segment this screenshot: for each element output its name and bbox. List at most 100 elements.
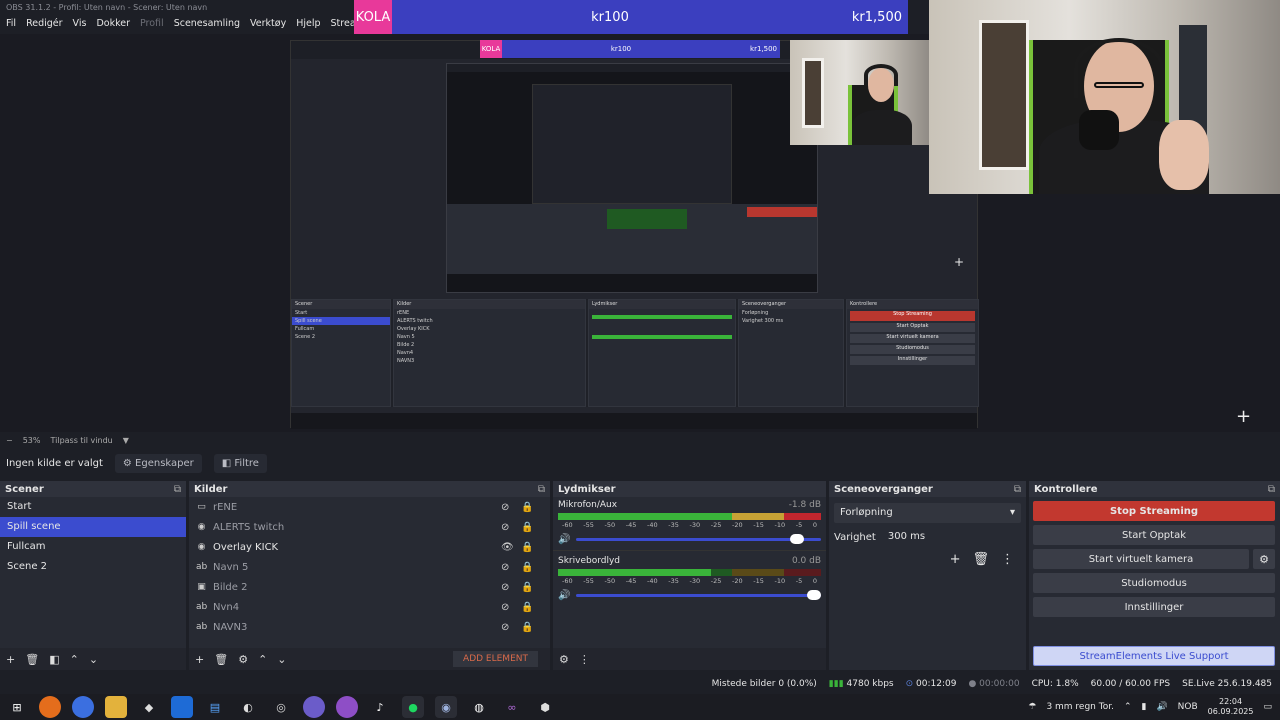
remove-source-icon[interactable]: 🗑 — [214, 653, 228, 666]
move-down-icon[interactable]: ⌄ — [277, 653, 286, 666]
language-indicator[interactable]: NOB — [1178, 702, 1198, 712]
camera-icon[interactable]: ◎ — [270, 696, 292, 718]
move-up-icon[interactable]: ⌃ — [70, 653, 79, 666]
gear-icon[interactable]: ⚙ — [1253, 549, 1275, 569]
add-element-button[interactable]: ADD ELEMENT — [453, 651, 538, 667]
app-icon[interactable]: ⬢ — [534, 696, 556, 718]
virtual-camera-button[interactable]: Start virtuelt kamera — [1033, 549, 1249, 569]
stop-streaming-button[interactable]: Stop Streaming — [1033, 501, 1275, 521]
scene-item[interactable]: Start — [0, 497, 186, 517]
source-item[interactable]: ◉ ALERTS twitch ⊘ 🔒 — [189, 517, 550, 537]
spotify-icon[interactable]: ● — [402, 696, 424, 718]
properties-button[interactable]: ⚙ Egenskaper — [114, 454, 202, 473]
windows-taskbar: ⊞ ◆ ▤ ◐ ◎ ♪ ● ◉ ◍ ∞ ⬢ ☂ 3 mm regn Tor. ⌃… — [0, 694, 1280, 720]
duration-input[interactable]: 300 ms — [883, 528, 1021, 546]
lock-icon[interactable]: 🔒 — [521, 602, 533, 613]
scale-tick-label: -50 — [604, 577, 616, 585]
add-source-icon[interactable]: + — [195, 653, 204, 666]
add-transition-icon[interactable]: + — [950, 552, 961, 567]
notifications-icon[interactable]: ▭ — [1263, 702, 1272, 712]
add-scene-icon[interactable]: + — [6, 653, 15, 666]
volume-knob[interactable] — [807, 590, 821, 600]
dock-undock-icon[interactable]: ⧉ — [174, 484, 181, 495]
outlook-icon[interactable] — [171, 696, 193, 718]
scene-filters-icon[interactable]: ◧ — [49, 653, 59, 666]
source-item[interactable]: ▭ rENE ⊘ 🔒 — [189, 497, 550, 517]
weather-text[interactable]: 3 mm regn Tor. — [1046, 702, 1114, 712]
source-item[interactable]: ab NAVN3 ⊘ 🔒 — [189, 617, 550, 637]
lock-icon[interactable]: 🔒 — [521, 562, 533, 573]
source-item[interactable]: ◉ Overlay KICK 👁 🔒 — [189, 537, 550, 557]
tiktok-icon[interactable]: ♪ — [369, 696, 391, 718]
menu-profile[interactable]: Profil — [140, 18, 164, 29]
zoom-dropdown-icon[interactable]: ▼ — [123, 436, 129, 445]
source-properties-icon[interactable]: ⚙ — [238, 653, 248, 666]
menu-scene-collection[interactable]: Scenesamling — [174, 18, 240, 29]
app-icon[interactable]: ◆ — [138, 696, 160, 718]
settings-button[interactable]: Innstillinger — [1033, 597, 1275, 617]
file-explorer-icon[interactable] — [105, 696, 127, 718]
eye-hidden-icon[interactable]: ⊘ — [501, 582, 509, 593]
remove-scene-icon[interactable]: 🗑 — [25, 653, 39, 666]
network-icon[interactable]: ▮ — [1142, 702, 1147, 712]
browser-icon[interactable] — [72, 696, 94, 718]
speaker-icon[interactable]: 🔊 — [1156, 702, 1167, 712]
source-item[interactable]: ▣ Bilde 2 ⊘ 🔒 — [189, 577, 550, 597]
eye-hidden-icon[interactable]: ⊘ — [501, 622, 509, 633]
eye-hidden-icon[interactable]: ⊘ — [501, 522, 509, 533]
scene-item-selected[interactable]: Spill scene — [0, 517, 186, 537]
menu-view[interactable]: Vis — [73, 18, 87, 29]
eye-hidden-icon[interactable]: ⊘ — [501, 502, 509, 513]
move-down-icon[interactable]: ⌄ — [89, 653, 98, 666]
se-support-button[interactable]: StreamElements Live Support — [1033, 646, 1275, 666]
app-icon[interactable]: ◐ — [237, 696, 259, 718]
move-up-icon[interactable]: ⌃ — [258, 653, 267, 666]
speaker-icon[interactable]: 🔊 — [558, 534, 570, 545]
mixer-settings-icon[interactable]: ⚙ — [559, 653, 569, 666]
eye-icon[interactable]: 👁 — [501, 542, 514, 553]
lock-icon[interactable]: 🔒 — [521, 582, 533, 593]
remove-transition-icon[interactable]: 🗑 — [972, 552, 989, 567]
dock-undock-icon[interactable]: ⧉ — [1268, 484, 1275, 495]
app-icon[interactable]: ∞ — [501, 696, 523, 718]
speaker-icon[interactable]: 🔊 — [558, 590, 570, 601]
menu-edit[interactable]: Redigér — [26, 18, 62, 29]
windows-start-icon[interactable]: ⊞ — [6, 696, 28, 718]
lock-icon[interactable]: 🔒 — [521, 542, 533, 553]
volume-slider[interactable] — [576, 534, 821, 544]
source-item[interactable]: ab Navn 5 ⊘ 🔒 — [189, 557, 550, 577]
menu-docks[interactable]: Dokker — [96, 18, 130, 29]
chevron-up-icon[interactable]: ⌃ — [1124, 702, 1132, 712]
menu-tools[interactable]: Verktøy — [250, 18, 286, 29]
filters-button[interactable]: ◧ Filtre — [213, 454, 267, 473]
menu-help[interactable]: Hjelp — [296, 18, 320, 29]
steam-icon[interactable]: ◉ — [435, 696, 457, 718]
lock-icon[interactable]: 🔒 — [521, 622, 533, 633]
eye-hidden-icon[interactable]: ⊘ — [501, 602, 509, 613]
volume-knob[interactable] — [789, 534, 804, 544]
source-toolbar: Ingen kilde er valgt ⚙ Egenskaper ◧ Filt… — [0, 450, 1280, 477]
transition-select[interactable]: Forløpning ▾ — [834, 503, 1021, 523]
firefox-icon[interactable] — [39, 696, 61, 718]
volume-slider[interactable] — [576, 590, 821, 600]
lock-icon[interactable]: 🔒 — [521, 522, 533, 533]
zoom-fit-label[interactable]: Tilpass til vindu — [50, 436, 112, 445]
store-icon[interactable]: ▤ — [204, 696, 226, 718]
start-recording-button[interactable]: Start Opptak — [1033, 525, 1275, 545]
app-icon[interactable] — [336, 696, 358, 718]
zoom-collapse-button[interactable]: − — [6, 436, 13, 445]
studio-mode-button[interactable]: Studiomodus — [1033, 573, 1275, 593]
clock[interactable]: 22:04 06.09.2025 — [1208, 697, 1254, 717]
dock-undock-icon[interactable]: ⧉ — [1014, 484, 1021, 495]
lock-icon[interactable]: 🔒 — [521, 502, 533, 513]
app-icon[interactable] — [303, 696, 325, 718]
menu-file[interactable]: Fil — [6, 18, 16, 29]
scene-item[interactable]: Scene 2 — [0, 557, 186, 577]
source-item[interactable]: ab Nvn4 ⊘ 🔒 — [189, 597, 550, 617]
mixer-menu-icon[interactable]: ⋮ — [579, 653, 590, 666]
dock-undock-icon[interactable]: ⧉ — [538, 484, 545, 495]
transition-menu-icon[interactable]: ⋮ — [1001, 552, 1014, 567]
scene-item[interactable]: Fullcam — [0, 537, 186, 557]
obs-icon[interactable]: ◍ — [468, 696, 490, 718]
eye-hidden-icon[interactable]: ⊘ — [501, 562, 509, 573]
